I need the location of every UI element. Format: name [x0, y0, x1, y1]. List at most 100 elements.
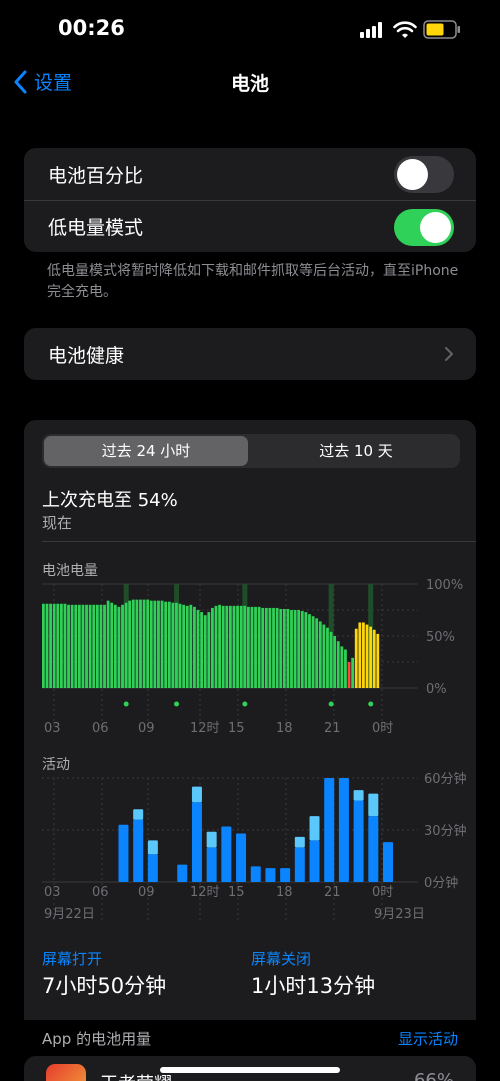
battery-bar [236, 605, 239, 688]
low-power-mode-toggle[interactable] [394, 209, 454, 246]
battery-bar [340, 646, 344, 688]
battery-bar [196, 610, 200, 688]
battery-bar [106, 600, 110, 688]
battery-bar [128, 600, 132, 688]
battery-bar [225, 605, 229, 688]
battery-bar [49, 603, 52, 688]
battery-bar [117, 606, 121, 688]
battery-bar [246, 606, 250, 688]
activity-bar-screen-on [191, 802, 202, 882]
last-charge-title: 上次充电至 54% [42, 490, 178, 511]
battery-bar [103, 604, 106, 688]
wifi-icon [393, 21, 417, 38]
battery-bar [81, 604, 85, 688]
battery-bar [131, 599, 135, 688]
battery-bar [153, 600, 157, 688]
battery-health-row[interactable]: 电池健康 [24, 328, 476, 380]
battery-bar [45, 603, 49, 688]
activity-bar-screen-on [177, 864, 188, 882]
charging-dot [123, 701, 129, 707]
battery-bar [95, 604, 99, 688]
battery-settings-group: 电池百分比 低电量模式 [24, 148, 476, 252]
battery-bar [308, 614, 311, 688]
battery-bar [99, 604, 103, 688]
battery-bar [146, 599, 150, 688]
battery-bar [358, 622, 362, 688]
activity-bar-screen-off [206, 831, 217, 848]
battery-bar [203, 615, 207, 688]
show-activity-link[interactable]: 显示活动 [398, 1028, 458, 1049]
activity-y-tick: 60分钟 [424, 771, 467, 787]
battery-bar [211, 607, 214, 688]
battery-bar [88, 604, 92, 688]
battery-health-label: 电池健康 [48, 344, 125, 367]
charging-dot [242, 701, 248, 707]
screen-off-value: 1小时13分钟 [251, 974, 376, 998]
activity-x-tick: 15 [228, 885, 245, 900]
chevron-right-icon [445, 347, 453, 361]
battery-bar [189, 604, 193, 688]
activity-bar-screen-off [147, 840, 158, 855]
low-power-footnote: 低电量模式将暂时降低如下载和邮件抓取等后台活动，直至iPhone完全充电。 [47, 263, 459, 300]
battery-bar [142, 599, 146, 688]
battery-y-tick: 0% [426, 682, 447, 697]
battery-bar [290, 610, 293, 688]
battery-bar [110, 602, 114, 688]
battery-bar [333, 636, 337, 688]
battery-level-chart: 100% 50% 0% 03 06 09 12时 15 18 21 0时 [42, 578, 463, 736]
battery-bar [175, 602, 178, 688]
activity-bar-screen-off [294, 836, 305, 848]
activity-bar-screen-on [221, 826, 232, 882]
battery-bar [282, 608, 286, 688]
battery-bar [63, 603, 67, 688]
battery-bar [221, 605, 225, 688]
activity-bar-screen-on [133, 819, 144, 882]
battery-bar [232, 605, 236, 688]
battery-bar [344, 649, 347, 688]
battery-bar [372, 629, 376, 688]
activity-bar-screen-off [191, 786, 202, 803]
activity-x-tick: 21 [324, 885, 341, 900]
charging-dot [328, 701, 334, 707]
navigation-bar: 设置 电池 [0, 60, 500, 104]
battery-bar [164, 601, 168, 688]
battery-bar [70, 604, 74, 688]
activity-bar-screen-on [147, 854, 158, 882]
activity-bar-screen-on [324, 778, 335, 882]
tab-last-10-days[interactable]: 过去 10 天 [254, 436, 458, 466]
activity-bar-screen-off [133, 809, 144, 820]
battery-percentage-toggle[interactable] [394, 156, 454, 193]
battery-bar [52, 603, 56, 688]
tab-last-24-hours[interactable]: 过去 24 小时 [44, 436, 248, 466]
battery-bar [139, 599, 142, 688]
screen-on-label: 屏幕打开 [42, 950, 103, 968]
app-icon [46, 1064, 86, 1081]
battery-bar [351, 657, 355, 688]
toggle-knob [397, 159, 428, 190]
battery-bar [74, 604, 78, 688]
battery-bar [268, 607, 272, 688]
screen-on-value: 7小时50分钟 [42, 974, 167, 998]
battery-bar [257, 606, 261, 688]
activity-x-tick: 18 [276, 885, 293, 900]
battery-bar [42, 603, 45, 688]
battery-bar [354, 628, 358, 688]
battery-bar [160, 600, 164, 688]
battery-bar [261, 607, 265, 688]
battery-x-tick: 12时 [190, 721, 220, 736]
battery-x-tick: 21 [324, 721, 341, 736]
battery-usage-panel: 过去 24 小时 过去 10 天 上次充电至 54% 现在 电池电量 100% 5… [24, 420, 476, 1020]
app-percent: 66% [413, 1070, 454, 1081]
battery-bar [300, 611, 304, 688]
battery-bar [67, 604, 70, 688]
activity-bar-screen-on [294, 847, 305, 882]
activity-bar-screen-off [368, 793, 379, 817]
home-indicator[interactable] [160, 1067, 340, 1073]
battery-bar [214, 605, 218, 688]
battery-bar [178, 603, 182, 688]
activity-x-tick: 12时 [190, 885, 220, 900]
battery-bar [293, 610, 297, 688]
battery-bar [149, 600, 153, 688]
battery-bar [124, 602, 128, 688]
battery-bar [243, 605, 247, 688]
